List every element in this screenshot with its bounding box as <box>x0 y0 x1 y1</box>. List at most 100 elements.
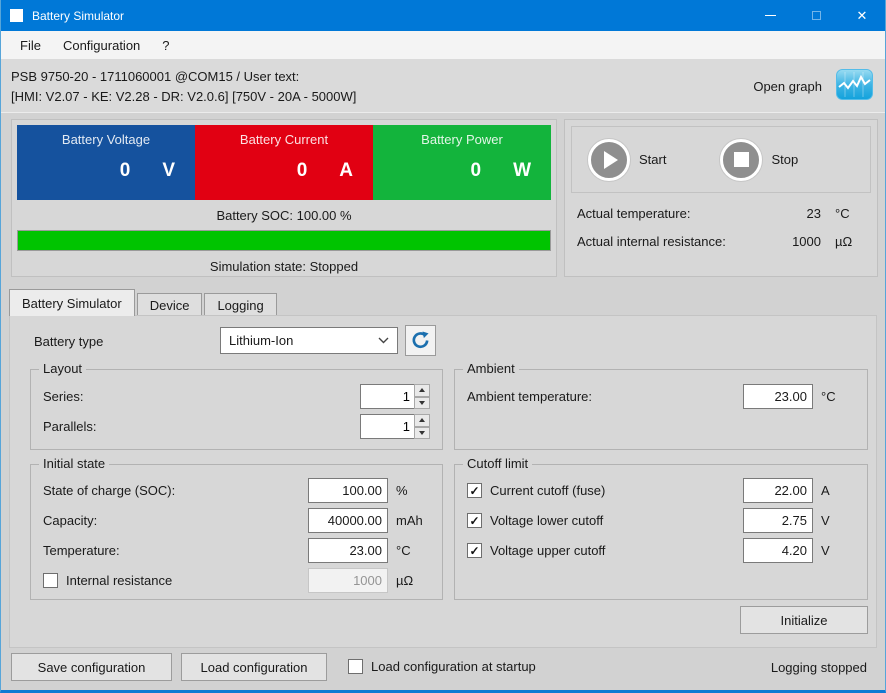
battery-voltage-unit: V <box>162 160 175 182</box>
arrow-up-icon <box>419 388 425 392</box>
load-configuration-button[interactable]: Load configuration <box>181 653 327 681</box>
temperature-field[interactable] <box>308 538 388 563</box>
voltage-upper-cutoff-unit: V <box>821 543 855 558</box>
play-icon <box>588 139 630 181</box>
current-cutoff-field[interactable] <box>743 478 813 503</box>
temperature-label: Temperature: <box>43 543 308 558</box>
initialize-button[interactable]: Initialize <box>740 606 868 634</box>
window-title: Battery Simulator <box>32 9 124 23</box>
menu-bar: File Configuration ? <box>1 31 885 59</box>
stop-button[interactable]: Stop <box>720 139 798 181</box>
ambient-temperature-label: Ambient temperature: <box>467 389 743 404</box>
device-info-bar: PSB 9750-20 - 1711060001 @COM15 / User t… <box>1 59 885 113</box>
tab-device[interactable]: Device <box>137 293 203 316</box>
ambient-temperature-field[interactable] <box>743 384 813 409</box>
internal-resistance-field[interactable] <box>308 568 388 593</box>
device-info-line2: [HMI: V2.07 - KE: V2.28 - DR: V2.0.6] [7… <box>11 87 356 107</box>
battery-type-dropdown[interactable]: Lithium-Ion <box>220 327 398 354</box>
voltage-lower-cutoff-checkbox[interactable]: ✓ <box>467 513 482 528</box>
footer-bar: Save configuration Load configuration Lo… <box>1 648 885 690</box>
battery-power-label: Battery Power <box>373 132 551 147</box>
battery-power-meter: Battery Power 0 W <box>373 125 551 200</box>
capacity-label: Capacity: <box>43 513 308 528</box>
open-graph-button[interactable] <box>836 69 873 103</box>
layout-group: Layout Series: Parallels: <box>30 369 443 450</box>
series-input[interactable] <box>360 384 414 409</box>
voltage-upper-cutoff-label: Voltage upper cutoff <box>490 543 743 558</box>
title-bar: Battery Simulator ✕ <box>1 0 885 31</box>
open-graph-label: Open graph <box>753 79 822 94</box>
load-at-startup-checkbox[interactable] <box>348 659 363 674</box>
refresh-icon <box>411 331 430 350</box>
initial-state-group-title: Initial state <box>39 456 109 471</box>
refresh-battery-type-button[interactable] <box>405 325 436 356</box>
maximize-icon <box>812 11 821 20</box>
ambient-group: Ambient Ambient temperature: °C <box>454 369 868 450</box>
capacity-unit: mAh <box>396 513 430 528</box>
soc-field[interactable] <box>308 478 388 503</box>
battery-current-value: 0 <box>297 160 308 182</box>
capacity-field[interactable] <box>308 508 388 533</box>
arrow-down-icon <box>419 431 425 435</box>
layout-group-title: Layout <box>39 361 86 376</box>
actual-temperature-value: 23 <box>779 206 821 221</box>
parallels-input[interactable] <box>360 414 414 439</box>
battery-voltage-label: Battery Voltage <box>17 132 195 147</box>
ambient-group-title: Ambient <box>463 361 519 376</box>
simulation-state-label: Simulation state: Stopped <box>12 259 556 274</box>
battery-power-value: 0 <box>470 160 481 182</box>
control-panel: Start Stop Actual temperature: 23 °C Act… <box>564 119 878 277</box>
cutoff-limit-group-title: Cutoff limit <box>463 456 532 471</box>
current-cutoff-unit: A <box>821 483 855 498</box>
start-label: Start <box>639 152 666 167</box>
voltage-lower-cutoff-label: Voltage lower cutoff <box>490 513 743 528</box>
current-cutoff-checkbox[interactable]: ✓ <box>467 483 482 498</box>
cutoff-limit-group: Cutoff limit ✓ Current cutoff (fuse) A ✓… <box>454 464 868 600</box>
stop-icon <box>720 139 762 181</box>
actual-resistance-row: Actual internal resistance: 1000 µΩ <box>565 234 877 249</box>
voltage-upper-cutoff-field[interactable] <box>743 538 813 563</box>
arrow-down-icon <box>419 401 425 405</box>
menu-help[interactable]: ? <box>151 31 180 59</box>
voltage-lower-cutoff-unit: V <box>821 513 855 528</box>
voltage-upper-cutoff-checkbox[interactable]: ✓ <box>467 543 482 558</box>
close-button[interactable]: ✕ <box>839 0 885 31</box>
measurement-panel: Battery Voltage 0 V Battery Current 0 A … <box>11 119 557 277</box>
save-configuration-button[interactable]: Save configuration <box>11 653 172 681</box>
internal-resistance-label: Internal resistance <box>66 573 308 588</box>
maximize-button[interactable] <box>793 0 839 31</box>
actual-resistance-label: Actual internal resistance: <box>577 234 779 249</box>
app-icon <box>10 9 23 22</box>
battery-voltage-meter: Battery Voltage 0 V <box>17 125 195 200</box>
minimize-button[interactable] <box>747 0 793 31</box>
voltage-lower-cutoff-field[interactable] <box>743 508 813 533</box>
actual-temperature-unit: °C <box>835 206 865 221</box>
menu-file[interactable]: File <box>9 31 52 59</box>
internal-resistance-checkbox[interactable] <box>43 573 58 588</box>
battery-current-unit: A <box>339 160 353 182</box>
temperature-unit: °C <box>396 543 430 558</box>
start-stop-box: Start Stop <box>571 126 871 193</box>
soc-unit: % <box>396 483 430 498</box>
battery-type-selected: Lithium-Ion <box>229 333 378 348</box>
load-at-startup-label: Load configuration at startup <box>371 659 536 674</box>
menu-configuration[interactable]: Configuration <box>52 31 151 59</box>
parallels-down-button[interactable] <box>414 427 430 440</box>
arrow-up-icon <box>419 418 425 422</box>
series-down-button[interactable] <box>414 397 430 410</box>
start-button[interactable]: Start <box>588 139 666 181</box>
parallels-up-button[interactable] <box>414 414 430 427</box>
initial-state-group: Initial state State of charge (SOC): % C… <box>30 464 443 600</box>
tab-battery-simulator[interactable]: Battery Simulator <box>9 289 135 316</box>
tab-logging[interactable]: Logging <box>204 293 276 316</box>
internal-resistance-unit: µΩ <box>396 573 430 588</box>
parallels-label: Parallels: <box>43 419 360 434</box>
parallels-stepper <box>360 414 430 439</box>
logging-status-label: Logging stopped <box>771 660 867 675</box>
actual-resistance-unit: µΩ <box>835 234 865 249</box>
series-up-button[interactable] <box>414 384 430 397</box>
battery-soc-label: Battery SOC: 100.00 % <box>12 208 556 223</box>
tab-strip: Battery Simulator Device Logging <box>9 289 279 316</box>
series-label: Series: <box>43 389 360 404</box>
chevron-down-icon <box>378 337 389 344</box>
